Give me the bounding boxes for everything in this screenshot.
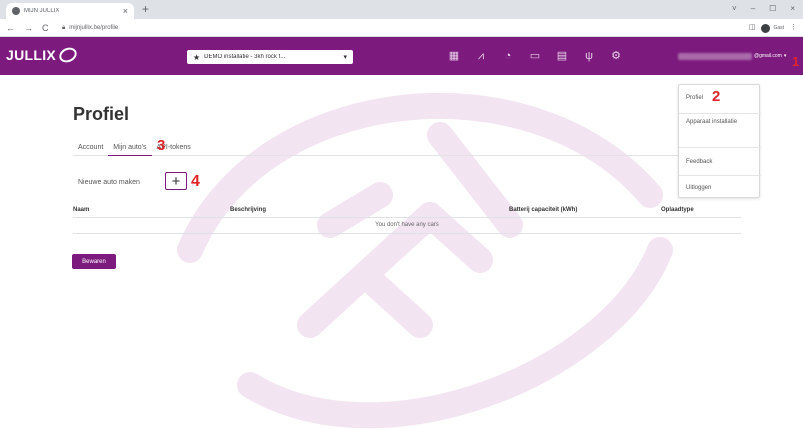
browser-nav-buttons: ← → C — [6, 22, 49, 34]
menu-divider — [679, 175, 761, 176]
page-title: Profiel — [73, 104, 130, 124]
maximize-icon[interactable]: ☐ — [769, 3, 776, 15]
installation-select-value: DEMO installatie - 3kh rock f... — [204, 54, 286, 60]
browser-tab-strip: MIJN JULLIX × + ˅ – ☐ × — [0, 0, 803, 19]
profile-avatar-icon — [761, 23, 771, 33]
brand-name: JULLIX — [6, 47, 57, 63]
column-header-battery: Batterij capaciteit (kWh) — [509, 207, 578, 213]
plug-watermark — [177, 92, 673, 429]
gear-icon[interactable]: ⚙︎ — [609, 49, 623, 63]
menu-item-feedback[interactable]: Feedback — [686, 158, 712, 167]
table-row: You don't have any cars — [73, 218, 741, 234]
annotation-1: 1 — [792, 54, 800, 69]
installation-select[interactable]: ★ DEMO installatie - 3kh rock f... ▾ — [187, 50, 353, 64]
column-header-description: Beschrijving — [230, 207, 267, 213]
app-navbar: JULLIX ★ DEMO installatie - 3kh rock f..… — [0, 37, 803, 75]
profile-label: Gast — [773, 25, 784, 31]
close-tab-icon[interactable]: × — [123, 6, 128, 16]
minimize-icon[interactable]: – — [751, 3, 755, 15]
plug-icon[interactable]: ψ — [582, 49, 596, 63]
user-email: @gmail.com — [754, 53, 782, 59]
annotation-2: 2 — [712, 88, 721, 105]
plus-icon: + — [171, 172, 181, 190]
close-window-icon[interactable]: × — [790, 3, 795, 15]
browser-toolbar-right: ◫ Gast ⋮ — [749, 22, 797, 34]
sidepanel-icon[interactable]: ◫ — [749, 22, 756, 34]
menu-divider — [679, 147, 761, 148]
reload-icon[interactable]: C — [42, 22, 49, 34]
new-car-label: Nieuwe auto maken — [78, 179, 140, 186]
empty-table-message: You don't have any cars — [375, 222, 439, 228]
address-bar[interactable]: 🔒︎ mijnjullix.be/profile — [58, 22, 748, 34]
chevron-down-icon: ▾ — [343, 54, 347, 61]
lock-icon[interactable]: 🔒︎ — [62, 25, 65, 32]
back-icon[interactable]: ← — [6, 22, 15, 34]
table-header: Naam Beschrijving Batterij capaciteit (k… — [73, 204, 741, 218]
forward-icon[interactable]: → — [24, 22, 33, 34]
tab-search-icon[interactable]: ˅ — [732, 3, 737, 15]
menu-item-profile[interactable]: Profiel — [686, 94, 703, 103]
menu-item-logout[interactable]: Uitloggen — [686, 184, 711, 193]
document-icon[interactable]: ▤ — [555, 49, 569, 63]
url-text[interactable]: mijnjullix.be/profile — [69, 25, 118, 31]
save-button[interactable]: Bewaren — [72, 254, 116, 269]
user-caret-icon: ▾ — [783, 53, 787, 59]
browser-menu-icon[interactable]: ⋮ — [790, 22, 797, 34]
battery-icon[interactable]: ▭ — [528, 49, 542, 63]
lightbulb-icon[interactable]: ◔ — [501, 49, 515, 63]
column-header-name: Naam — [73, 207, 90, 213]
window-controls: ˅ – ☐ × — [732, 3, 795, 15]
favicon-icon — [12, 7, 20, 15]
user-menu-toggle[interactable]: @gmail.com ▾ — [678, 51, 794, 61]
annotation-4: 4 — [191, 173, 200, 190]
email-redacted — [678, 52, 752, 60]
column-header-charge-type: Oplaadtype — [661, 207, 694, 213]
browser-profile-button[interactable]: Gast — [761, 22, 784, 34]
profile-tabs: Account Mijn auto's API-tokens — [73, 140, 741, 156]
tab-account[interactable]: Account — [73, 140, 108, 156]
menu-divider — [679, 113, 761, 114]
annotation-3: 3 — [157, 137, 166, 154]
plug-logo-icon — [56, 44, 80, 66]
nav-icon-bar: ▦ ⩘ ◔ ▭ ▤ ψ ⚙︎ — [447, 49, 623, 63]
browser-tab-title: MIJN JULLIX — [24, 8, 60, 14]
browser-toolbar: ← → C 🔒︎ mijnjullix.be/profile ◫ Gast ⋮ — [0, 19, 803, 37]
tab-my-cars[interactable]: Mijn auto's — [108, 140, 152, 156]
star-icon: ★ — [193, 52, 201, 62]
cars-table: Naam Beschrijving Batterij capaciteit (k… — [73, 204, 741, 234]
brand-logo[interactable]: JULLIX — [6, 44, 80, 66]
grid-icon[interactable]: ▦ — [447, 49, 461, 63]
add-car-button[interactable]: + — [165, 172, 187, 190]
chart-icon[interactable]: ⩘ — [474, 49, 488, 63]
browser-tab[interactable]: MIJN JULLIX × — [6, 3, 134, 19]
menu-item-device-installation[interactable]: Apparaat installatie — [686, 118, 746, 127]
new-tab-button[interactable]: + — [142, 2, 149, 16]
